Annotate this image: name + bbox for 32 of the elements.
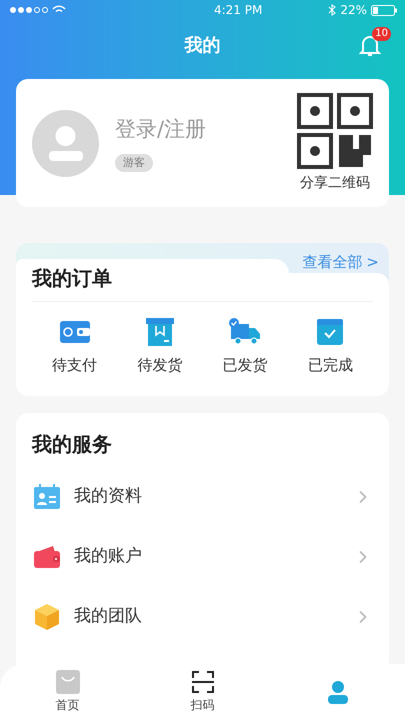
- id-card-icon: [34, 484, 60, 510]
- notification-button[interactable]: 10: [357, 27, 391, 59]
- page-title: 我的: [184, 34, 220, 58]
- battery-percent: 22%: [340, 2, 367, 19]
- avatar-icon: [32, 110, 99, 176]
- order-status-item[interactable]: 待支付: [32, 318, 118, 376]
- truck-icon: [229, 318, 262, 346]
- tab-item[interactable]: 扫码: [135, 664, 270, 720]
- box-icon: [146, 318, 174, 346]
- person-icon: [326, 680, 350, 704]
- bluetooth-icon: [328, 4, 336, 16]
- status-time: 4:21 PM: [214, 2, 262, 19]
- guest-badge: 游客: [115, 154, 153, 172]
- share-qr-label[interactable]: 分享二维码: [300, 172, 370, 194]
- qr-code-icon[interactable]: [297, 92, 373, 168]
- checked-box-icon: [317, 318, 344, 344]
- tab-item[interactable]: 首页: [0, 664, 135, 720]
- wallet-icon: [33, 545, 61, 569]
- signal-icon: [8, 5, 68, 15]
- service-row[interactable]: 我的资料: [32, 467, 373, 527]
- orders-title: 我的订单: [32, 266, 112, 290]
- service-row[interactable]: 我的账户: [32, 527, 373, 587]
- order-status-item[interactable]: 已发货: [202, 318, 288, 376]
- services-title: 我的服务: [32, 431, 113, 458]
- cube-icon: [34, 603, 60, 631]
- scan-icon: [190, 670, 214, 694]
- order-status-item[interactable]: 已完成: [288, 318, 373, 376]
- shopping-bag-icon: [56, 670, 80, 694]
- wallet-icon: [60, 318, 90, 344]
- order-status-item[interactable]: 待发货: [117, 318, 202, 376]
- service-row[interactable]: 我的团队: [32, 587, 373, 647]
- battery-icon: [371, 4, 397, 16]
